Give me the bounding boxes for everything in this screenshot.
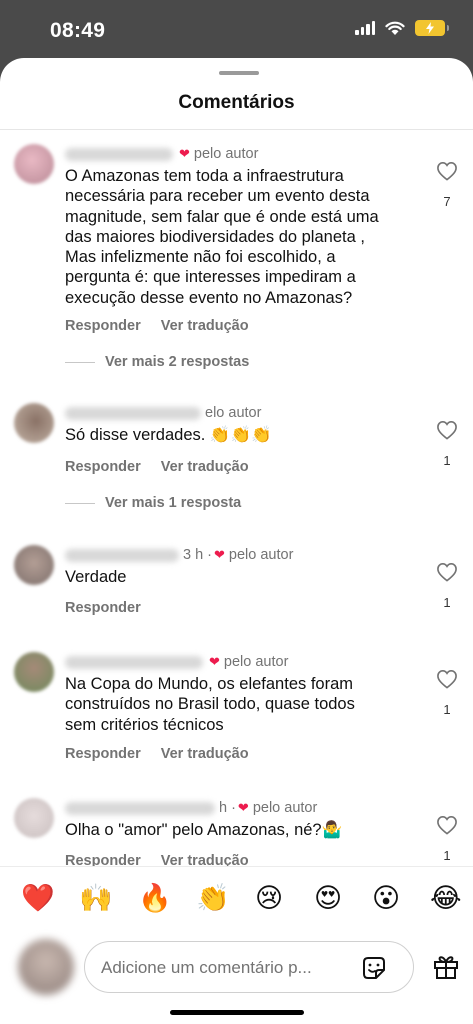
quick-reactions: ❤️ 🙌 🔥 👏 😢 😍 😮 😂 (0, 867, 473, 937)
author-liked-label: elo autor (205, 405, 262, 421)
like-control: 7 (435, 161, 459, 209)
comment-meta: ❤ pelo autor (65, 144, 258, 164)
reply-button[interactable]: Responder (65, 318, 141, 334)
comment-text: Olha o "amor" pelo Amazonas, né?🤷‍♂️ (65, 821, 343, 839)
like-count: 1 (443, 595, 451, 610)
comment-actions: Responder Ver tradução (65, 746, 249, 762)
like-control: 1 (435, 669, 459, 717)
reply-button[interactable]: Responder (65, 600, 141, 616)
view-replies-button[interactable]: Ver mais 1 resposta (65, 495, 241, 511)
translate-button[interactable]: Ver tradução (161, 746, 249, 762)
translate-button[interactable]: Ver tradução (161, 318, 249, 334)
like-count: 1 (443, 453, 451, 468)
view-replies-button[interactable]: Ver mais 2 respostas (65, 354, 249, 370)
sticker-icon[interactable] (359, 953, 389, 983)
username-blurred[interactable] (65, 655, 203, 669)
author-heart-icon: ❤ (214, 547, 225, 562)
comment-actions: Responder Ver tradução (65, 459, 249, 475)
comment-input[interactable]: Adicione um comentário p... (84, 941, 414, 993)
comment-meta: ❤ pelo autor (65, 652, 288, 672)
view-replies-label: Ver mais 2 respostas (105, 354, 250, 370)
heart-icon[interactable] (436, 815, 458, 835)
author-heart-icon: ❤ (179, 146, 190, 161)
comment-text: Só disse verdades. 👏👏👏 (65, 426, 272, 444)
like-count: 1 (443, 848, 451, 863)
comment-meta: h · ❤ pelo autor (65, 798, 317, 818)
status-icons (355, 20, 449, 36)
battery-icon (415, 20, 449, 36)
signal-icon (355, 21, 375, 35)
comment-actions: Responder Ver tradução (65, 318, 249, 334)
comment-input-placeholder: Adicione um comentário p... (101, 958, 312, 977)
avatar[interactable] (14, 798, 54, 838)
avatar[interactable] (14, 545, 54, 585)
author-liked-label: pelo autor (228, 547, 294, 563)
reaction-laughing[interactable]: 😂 (430, 885, 462, 912)
gift-icon[interactable] (431, 951, 461, 981)
reaction-heart[interactable]: ❤️ (21, 885, 55, 912)
home-indicator[interactable] (170, 1010, 304, 1015)
reaction-raised-hands[interactable]: 🙌 (79, 885, 113, 912)
author-liked-label: pelo autor (252, 800, 318, 816)
comment-time: 3 h · (183, 547, 213, 563)
reaction-clap[interactable]: 👏 (196, 885, 230, 912)
like-count: 1 (443, 702, 451, 717)
replies-line (65, 502, 95, 504)
sheet-title: Comentários (178, 92, 295, 113)
avatar[interactable] (14, 403, 54, 443)
author-liked-label: pelo autor (193, 146, 259, 162)
username-blurred[interactable] (65, 147, 173, 161)
current-user-avatar (18, 939, 74, 995)
author-heart-icon: ❤ (209, 654, 220, 669)
like-control: 1 (435, 420, 459, 468)
reaction-surprised[interactable]: 😮 (372, 885, 400, 912)
comment-actions: Responder (65, 600, 141, 616)
replies-line (65, 361, 95, 363)
username-blurred[interactable] (65, 548, 179, 562)
reply-button[interactable]: Responder (65, 459, 141, 475)
reaction-heart-eyes[interactable]: 😍 (314, 885, 342, 912)
reply-button[interactable]: Responder (65, 746, 141, 762)
status-bar: 08:49 (0, 0, 473, 62)
author-heart-icon: ❤ (237, 800, 249, 815)
comment-meta: elo autor (65, 403, 261, 423)
like-control: 1 (435, 815, 459, 863)
comment-time: h · (219, 800, 236, 816)
username-blurred[interactable] (65, 801, 215, 815)
comment-input-row: Adicione um comentário p... (0, 935, 473, 1005)
comment-text: Verdade (65, 568, 127, 586)
translate-button[interactable]: Ver tradução (161, 459, 249, 475)
comment-text: Na Copa do Mundo, os elefantes foram con… (65, 675, 355, 734)
author-liked-label: pelo autor (223, 654, 289, 670)
avatar[interactable] (14, 144, 54, 184)
heart-icon[interactable] (436, 420, 458, 440)
comment-text: O Amazonas tem toda a infraestrutura nec… (65, 167, 379, 307)
header-divider (0, 129, 473, 130)
heart-icon[interactable] (436, 562, 458, 582)
reaction-fire[interactable]: 🔥 (138, 885, 172, 912)
status-time: 08:49 (50, 19, 106, 42)
comment-meta: 3 h · ❤ pelo autor (65, 545, 293, 565)
sheet-grabber[interactable] (219, 71, 259, 75)
heart-icon[interactable] (436, 161, 458, 181)
username-blurred[interactable] (65, 406, 201, 420)
like-count: 7 (443, 194, 451, 209)
wifi-icon (385, 21, 405, 35)
heart-icon[interactable] (436, 669, 458, 689)
view-replies-label: Ver mais 1 resposta (105, 495, 242, 511)
avatar[interactable] (14, 652, 54, 692)
like-control: 1 (435, 562, 459, 610)
composer-bar: ❤️ 🙌 🔥 👏 😢 😍 😮 😂 Adicione um comentário … (0, 866, 473, 1024)
reaction-crying[interactable]: 😢 (255, 885, 283, 912)
